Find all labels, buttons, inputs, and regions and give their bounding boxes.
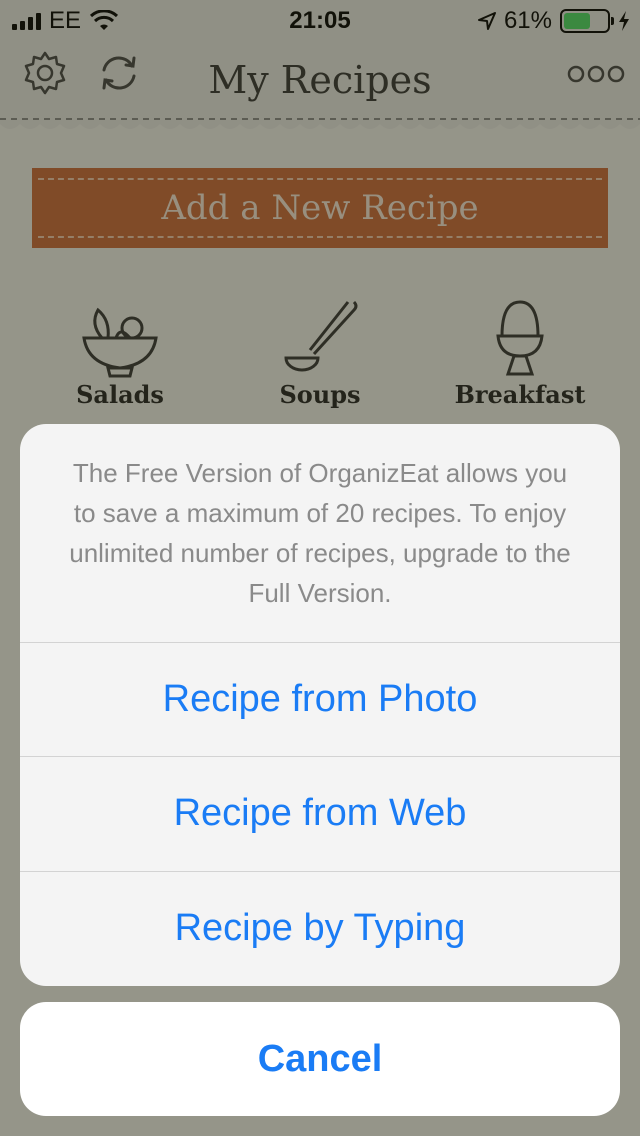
- cancel-button[interactable]: Cancel: [20, 1002, 620, 1116]
- action-sheet: The Free Version of OrganizEat allows yo…: [20, 424, 620, 986]
- action-sheet-message: The Free Version of OrganizEat allows yo…: [69, 458, 571, 608]
- recipe-by-typing-button[interactable]: Recipe by Typing: [20, 871, 620, 985]
- recipe-from-web-button[interactable]: Recipe from Web: [20, 756, 620, 870]
- recipe-from-photo-button[interactable]: Recipe from Photo: [20, 642, 620, 756]
